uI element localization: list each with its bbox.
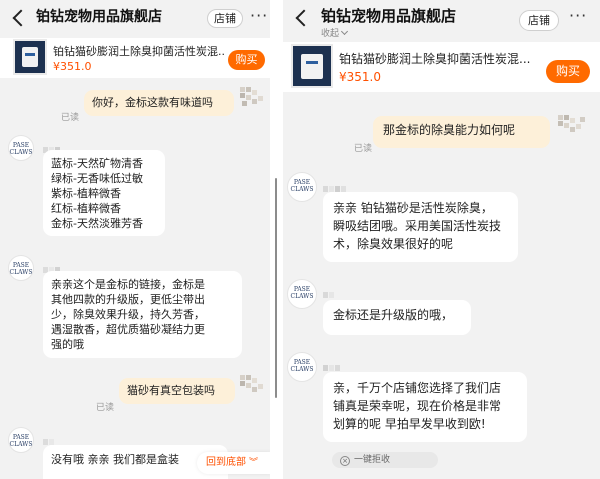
message-bubble-outgoing: 你好，金标这款有味道吗: [84, 90, 234, 116]
shop-avatar[interactable]: PASE CLAWS: [8, 135, 34, 161]
product-price: ¥351.0: [339, 70, 381, 84]
shop-avatar[interactable]: PASE CLAWS: [287, 352, 317, 382]
sender-name-blurred: [43, 258, 61, 273]
message-bubble-incoming: 亲，千万个店铺您选择了我们店 铺真是荣幸呢，现在价格是非常 划算的呢 早拍早发早…: [323, 372, 527, 442]
product-title[interactable]: 铂钻猫砂膨润土除臭抑菌活性炭混...: [339, 50, 539, 67]
user-avatar: [240, 87, 266, 111]
product-card[interactable]: 铂钻猫砂膨润土除臭抑菌活性炭混... ¥351.0 购买: [283, 42, 600, 92]
message-bubble-incoming: 金标还是升级版的哦，: [323, 300, 471, 335]
chevron-down-icon: [340, 27, 349, 36]
sender-name-blurred: [323, 356, 341, 371]
product-price: ¥351.0: [53, 60, 92, 73]
left-chat-panel: 铂钻宠物用品旗舰店 店铺 ··· 铂钻猫砂膨润土除臭抑菌活性炭混... ¥351…: [0, 0, 270, 479]
shop-name[interactable]: 铂钻宠物用品旗舰店: [321, 5, 456, 26]
sender-name-blurred: [323, 283, 335, 298]
message-bubble-incoming: 蓝标-天然矿物清香 绿标-无香味低过敏 紫标-植粹微香 红标-植粹微香 金标-天…: [43, 150, 165, 236]
sender-name-blurred: [43, 430, 55, 445]
message-bubble-incoming: 亲亲这个是金标的链接，金标是 其他四款的升级版，更低尘带出 少，除臭效果升级，持…: [43, 271, 242, 358]
scroll-to-bottom-label: 回到底部: [206, 457, 246, 468]
buy-button[interactable]: 购买: [228, 50, 265, 70]
more-options-icon[interactable]: ···: [569, 6, 587, 25]
chat-header: 铂钻宠物用品旗舰店 店铺 ···: [0, 0, 270, 38]
shop-avatar[interactable]: PASE CLAWS: [287, 172, 317, 202]
back-arrow-icon[interactable]: [293, 8, 307, 26]
sender-name-blurred: [323, 177, 347, 192]
shop-avatar[interactable]: PASE CLAWS: [8, 255, 34, 281]
reject-chip[interactable]: × 一键拒收: [332, 452, 438, 468]
scroll-indicator: [275, 178, 277, 398]
read-status: 已读: [96, 403, 115, 413]
product-card[interactable]: 铂钻猫砂膨润土除臭抑菌活性炭混... ¥351.0 购买: [0, 38, 270, 78]
shop-name[interactable]: 铂钻宠物用品旗舰店: [36, 6, 162, 26]
double-chevron-down-icon: ︾: [249, 458, 259, 468]
reject-label: 一键拒收: [354, 455, 391, 465]
close-circle-icon: ×: [340, 456, 350, 466]
read-status: 已读: [354, 144, 373, 154]
chat-header: 铂钻宠物用品旗舰店 收起 店铺 ···: [283, 0, 600, 40]
scroll-to-bottom-button[interactable]: 回到底部 ︾: [197, 452, 270, 474]
right-chat-panel: 铂钻宠物用品旗舰店 收起 店铺 ··· 铂钻猫砂膨润土除臭抑菌活性炭混... ¥…: [283, 0, 600, 479]
user-avatar: [240, 375, 266, 399]
read-status: 已读: [61, 113, 80, 123]
back-arrow-icon[interactable]: [10, 8, 24, 26]
message-bubble-incoming: 亲亲 铂钻猫砂是活性炭除臭， 瞬吸结团哦。采用美国活性炭技 术，除臭效果很好的呢: [323, 192, 518, 262]
product-title[interactable]: 铂钻猫砂膨润土除臭抑菌活性炭混...: [53, 43, 225, 59]
shop-avatar[interactable]: PASE CLAWS: [287, 279, 317, 309]
collapse-label: 收起: [321, 29, 340, 39]
message-bubble-outgoing: 那金标的除臭能力如何呢: [373, 116, 550, 148]
shop-avatar[interactable]: PASE CLAWS: [8, 427, 34, 453]
shop-button[interactable]: 店铺: [207, 9, 243, 28]
buy-button[interactable]: 购买: [546, 60, 590, 83]
message-bubble-outgoing: 猫砂有真空包装吗: [119, 378, 235, 404]
collapse-toggle[interactable]: 收起: [321, 26, 349, 39]
product-thumbnail[interactable]: [291, 44, 333, 88]
sender-name-blurred: [43, 138, 61, 153]
shop-button[interactable]: 店铺: [519, 10, 559, 31]
product-thumbnail[interactable]: [13, 39, 47, 75]
more-options-icon[interactable]: ···: [250, 6, 268, 25]
user-avatar: [558, 115, 588, 143]
